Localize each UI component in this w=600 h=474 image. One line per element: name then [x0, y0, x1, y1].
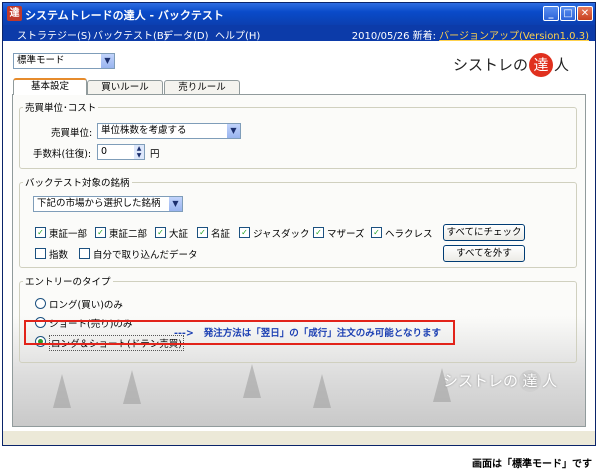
- tab-basic-settings[interactable]: 基本設定: [13, 78, 87, 95]
- unit-cost-legend: 売買単位･コスト: [23, 100, 99, 114]
- entry-type-legend: エントリーのタイプ: [23, 274, 113, 288]
- checkbox-imported-data[interactable]: [79, 248, 90, 259]
- checkbox-tosho1[interactable]: ✓: [35, 227, 46, 238]
- label-hercules: ヘラクレス: [385, 229, 433, 240]
- label-nagoya: 名証: [211, 229, 231, 240]
- mode-select[interactable]: 標準モード ▼: [13, 53, 115, 69]
- watermark-text-pre: シストレの: [442, 372, 518, 390]
- symbol-source-select[interactable]: 下記の市場から選択した銘柄 ▼: [33, 196, 183, 212]
- watermark-logo: シストレの達人: [443, 370, 557, 392]
- chevron-down-icon: ▼: [169, 197, 182, 211]
- fee-value: 0: [101, 146, 108, 157]
- checkbox-osaka[interactable]: ✓: [155, 227, 166, 238]
- title-bar[interactable]: 達 システムトレードの達人 - バックテスト _ □ ✕: [3, 3, 595, 25]
- unit-label: 売買単位:: [51, 128, 93, 139]
- unit-select-value: 単位株数を考慮する: [101, 125, 187, 136]
- tree-silhouette: [123, 370, 141, 404]
- client-area: 標準モード ▼ シストレの達人 基本設定 買いルール 売りルール シストレの達人…: [3, 41, 595, 431]
- update-info: 2010/05/26 新着: バージョンアップ(Version1.0.3): [352, 27, 589, 42]
- check-all-button[interactable]: すべてにチェック: [443, 224, 525, 241]
- tree-silhouette: [243, 364, 261, 398]
- label-mothers: マザーズ: [327, 229, 365, 240]
- label-tosho1: 東証一部: [49, 229, 88, 240]
- checkbox-mothers[interactable]: ✓: [313, 227, 324, 238]
- maximize-button[interactable]: □: [560, 6, 576, 21]
- menu-data[interactable]: データ(D): [163, 27, 209, 42]
- menu-strategy[interactable]: ストラテジー(S): [17, 27, 91, 42]
- fee-unit: 円: [150, 149, 160, 160]
- logo-mark: 達: [528, 53, 553, 77]
- logo-text-post: 人: [553, 56, 569, 74]
- chevron-down-icon: ▼: [101, 54, 114, 68]
- chevron-down-icon: ▼: [227, 124, 240, 138]
- close-button[interactable]: ✕: [577, 6, 593, 21]
- fee-label: 手数料(往復):: [33, 149, 92, 160]
- logo-text-pre: シストレの: [452, 56, 528, 74]
- tab-sell-rules[interactable]: 売りルール: [164, 80, 240, 95]
- radio-long-only[interactable]: [35, 298, 46, 309]
- checkbox-jasdaq[interactable]: ✓: [239, 227, 250, 238]
- tab-buy-rules[interactable]: 買いルール: [87, 80, 163, 95]
- minimize-button[interactable]: _: [543, 6, 559, 21]
- checkbox-index[interactable]: [35, 248, 46, 259]
- menu-bar: ストラテジー(S) バックテスト(B) データ(D) ヘルプ(H) 2010/0…: [3, 25, 595, 42]
- brand-logo: シストレの達人: [453, 53, 569, 77]
- app-icon: 達: [7, 6, 22, 21]
- label-long-only: ロング(買い)のみ: [49, 300, 123, 311]
- annotation-note: ---> 発注方法は「翌日」の「成行」注文のみ可能となります: [174, 325, 441, 339]
- symbols-legend: バックテスト対象の銘柄: [23, 175, 132, 189]
- checkbox-nagoya[interactable]: ✓: [197, 227, 208, 238]
- menu-help[interactable]: ヘルプ(H): [215, 27, 260, 42]
- fee-spinner[interactable]: ▲ ▼: [134, 144, 145, 160]
- checkbox-hercules[interactable]: ✓: [371, 227, 382, 238]
- main-window: 達 システムトレードの達人 - バックテスト _ □ ✕ ストラテジー(S) バ…: [2, 2, 596, 446]
- watermark-mark: 達: [518, 370, 541, 392]
- spin-up-icon[interactable]: ▲: [134, 145, 144, 152]
- uncheck-all-button[interactable]: すべてを外す: [443, 245, 525, 262]
- menu-backtest[interactable]: バックテスト(B): [93, 27, 168, 42]
- window-title: システムトレードの達人 - バックテスト: [25, 9, 224, 22]
- tree-silhouette: [53, 374, 71, 408]
- label-tosho2: 東証二部: [109, 229, 148, 240]
- mode-select-value: 標準モード: [17, 55, 65, 66]
- label-index: 指数: [49, 250, 69, 261]
- label-imported-data: 自分で取り込んだデータ: [93, 250, 198, 261]
- settings-panel: シストレの達人 売買単位･コスト 売買単位: 単位株数を考慮する ▼ 手数料(往…: [12, 94, 586, 427]
- spin-down-icon[interactable]: ▼: [134, 152, 144, 159]
- label-jasdaq: ジャスダック: [253, 229, 310, 240]
- label-osaka: 大証: [169, 229, 189, 240]
- annotation-text: 発注方法は「翌日」の「成行」注文のみ可能となります: [203, 328, 441, 339]
- watermark-text-post: 人: [541, 372, 557, 390]
- symbol-source-value: 下記の市場から選択した銘柄: [37, 198, 161, 209]
- annotation-arrow: --->: [174, 328, 194, 339]
- checkbox-tosho2[interactable]: ✓: [95, 227, 106, 238]
- tree-silhouette: [313, 374, 331, 408]
- unit-select[interactable]: 単位株数を考慮する ▼: [97, 123, 241, 139]
- caption: 画面は「標準モード」です: [472, 459, 592, 470]
- fee-input[interactable]: 0: [97, 144, 135, 160]
